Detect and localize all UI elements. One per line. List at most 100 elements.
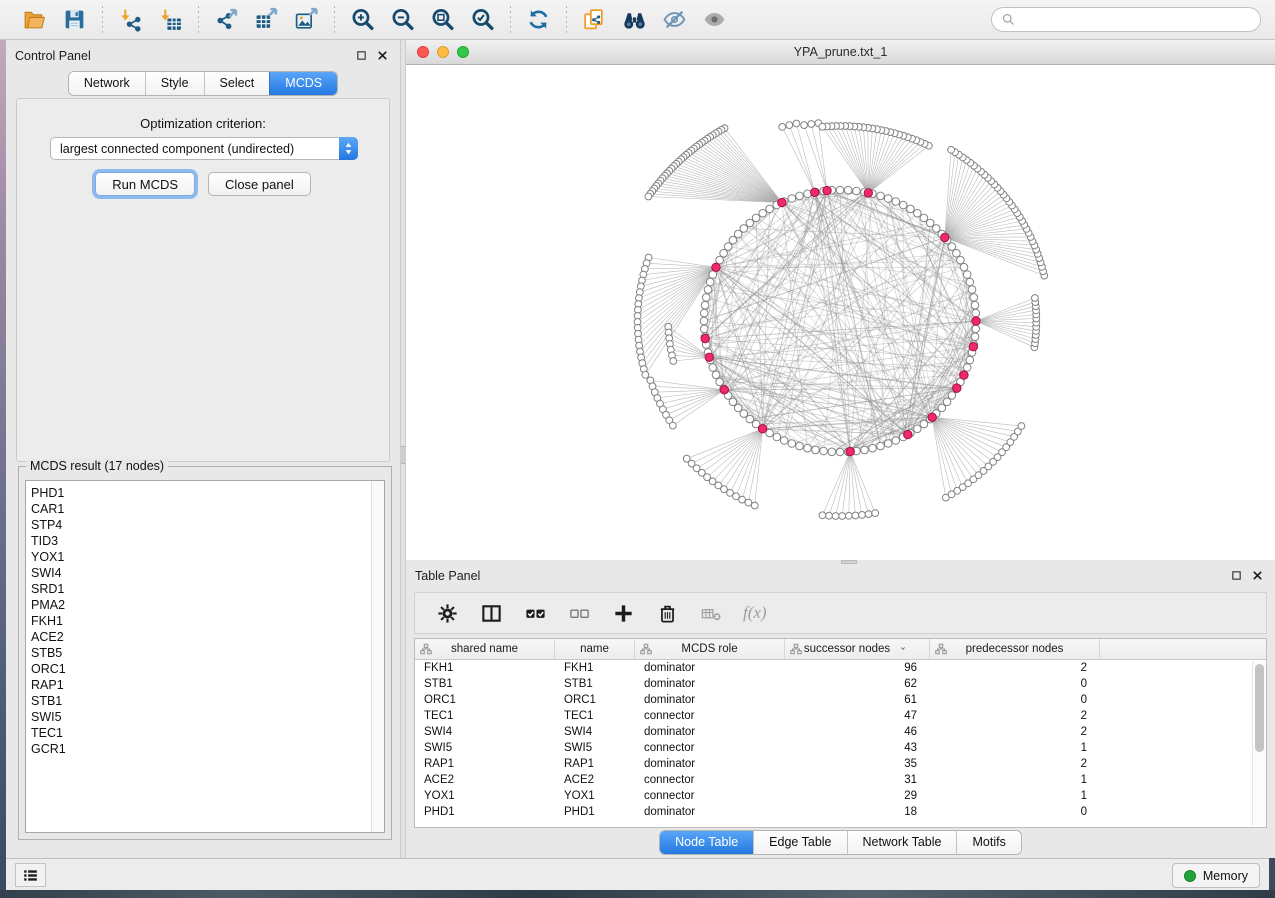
column-header-successor-nodes[interactable]: successor nodes — [785, 639, 930, 659]
table-cell: ORC1 — [555, 694, 635, 706]
table-row[interactable]: YOX1YOX1connector291 — [415, 788, 1266, 804]
table-scrollbar-thumb[interactable] — [1255, 664, 1264, 752]
close-panel-button[interactable]: Close panel — [208, 172, 311, 196]
tab-mcds[interactable]: MCDS — [269, 72, 337, 95]
mcds-result-scrollbar[interactable] — [371, 481, 384, 832]
mcds-result-item[interactable]: YOX1 — [31, 549, 371, 565]
table-row[interactable]: RAP1RAP1dominator352 — [415, 756, 1266, 772]
table-row[interactable]: TEC1TEC1connector472 — [415, 708, 1266, 724]
table-scrollbar[interactable] — [1252, 661, 1265, 826]
table-cell: PHD1 — [555, 806, 635, 818]
split-view-button[interactable] — [477, 599, 505, 627]
table-cell: 43 — [785, 742, 930, 754]
criterion-dropdown[interactable]: largest connected component (undirected) — [50, 137, 358, 160]
function-builder-button[interactable]: f(x) — [741, 603, 767, 623]
network-graph-svg[interactable] — [406, 65, 1275, 558]
select-all-icon — [524, 602, 547, 625]
table-float-panel-icon[interactable] — [1230, 569, 1243, 582]
table-row[interactable]: PHD1PHD1dominator180 — [415, 804, 1266, 820]
table-row[interactable]: ACE2ACE2connector311 — [415, 772, 1266, 788]
search-objects-button[interactable] — [614, 4, 654, 36]
mcds-result-item[interactable]: FKH1 — [31, 613, 371, 629]
export-network-button[interactable] — [206, 4, 246, 36]
delete-columns-button[interactable] — [653, 599, 681, 627]
mcds-result-item[interactable]: SRD1 — [31, 581, 371, 597]
refresh-button[interactable] — [518, 4, 558, 36]
mcds-result-item[interactable]: SWI5 — [31, 709, 371, 725]
tab-style[interactable]: Style — [145, 72, 204, 95]
sort-chevron-icon — [900, 644, 910, 654]
table-row[interactable]: ORC1ORC1dominator610 — [415, 692, 1266, 708]
splitter-grip-icon[interactable] — [401, 446, 405, 464]
window-minimize-icon[interactable] — [437, 46, 449, 58]
memory-button[interactable]: Memory — [1172, 863, 1260, 888]
copy-share-button[interactable] — [574, 4, 614, 36]
deselect-all-button[interactable] — [565, 599, 593, 627]
add-column-button[interactable] — [609, 599, 637, 627]
mcds-result-item[interactable]: RAP1 — [31, 677, 371, 693]
zoom-fit-button[interactable] — [422, 4, 462, 36]
table-tab-motifs[interactable]: Motifs — [956, 831, 1020, 854]
column-type-icon — [640, 643, 652, 655]
network-window-title: YPA_prune.txt_1 — [406, 45, 1275, 59]
tab-network[interactable]: Network — [69, 72, 145, 95]
search-box[interactable] — [991, 7, 1261, 32]
column-header-shared-name[interactable]: shared name — [415, 639, 555, 659]
desktop-background-bottom — [0, 890, 1275, 898]
table-row[interactable]: FKH1FKH1dominator962 — [415, 660, 1266, 676]
settings-button[interactable] — [433, 599, 461, 627]
show-graphics-button[interactable] — [694, 4, 734, 36]
table-close-panel-icon[interactable] — [1251, 569, 1264, 582]
mcds-result-item[interactable]: TID3 — [31, 533, 371, 549]
window-maximize-icon[interactable] — [457, 46, 469, 58]
table-tab-node-table[interactable]: Node Table — [660, 831, 753, 854]
column-header-predecessor-nodes[interactable]: predecessor nodes — [930, 639, 1100, 659]
mcds-result-item[interactable]: PHD1 — [31, 485, 371, 501]
hide-details-button[interactable] — [654, 4, 694, 36]
close-panel-icon[interactable] — [376, 49, 389, 62]
task-history-button[interactable] — [15, 863, 46, 887]
table-row[interactable]: SWI4SWI4dominator462 — [415, 724, 1266, 740]
column-header-name[interactable]: name — [555, 639, 635, 659]
export-table-button[interactable] — [246, 4, 286, 36]
table-tab-edge-table[interactable]: Edge Table — [753, 831, 846, 854]
column-header-mcds-role[interactable]: MCDS role — [635, 639, 785, 659]
table-cell: 0 — [930, 694, 1100, 706]
delete-table-button[interactable] — [697, 599, 725, 627]
mcds-result-item[interactable]: GCR1 — [31, 741, 371, 757]
mcds-result-item[interactable]: ORC1 — [31, 661, 371, 677]
select-all-button[interactable] — [521, 599, 549, 627]
memory-label: Memory — [1203, 869, 1248, 883]
table-tab-network-table[interactable]: Network Table — [847, 831, 957, 854]
import-table-button[interactable] — [150, 4, 190, 36]
run-mcds-button[interactable]: Run MCDS — [95, 172, 195, 196]
mcds-result-item[interactable]: TEC1 — [31, 725, 371, 741]
table-row[interactable]: STB1STB1dominator620 — [415, 676, 1266, 692]
float-panel-icon[interactable] — [355, 49, 368, 62]
import-network-button[interactable] — [110, 4, 150, 36]
zoom-out-icon — [390, 7, 415, 32]
table-cell: SWI5 — [555, 742, 635, 754]
window-close-icon[interactable] — [417, 46, 429, 58]
mcds-result-item[interactable]: STB5 — [31, 645, 371, 661]
mcds-result-item[interactable]: CAR1 — [31, 501, 371, 517]
network-canvas[interactable] — [406, 65, 1275, 558]
table-row[interactable]: SWI5SWI5connector431 — [415, 740, 1266, 756]
mcds-result-item[interactable]: STP4 — [31, 517, 371, 533]
network-window-titlebar[interactable]: YPA_prune.txt_1 — [406, 40, 1275, 65]
save-session-button[interactable] — [54, 4, 94, 36]
zoom-out-button[interactable] — [382, 4, 422, 36]
mcds-result-item[interactable]: PMA2 — [31, 597, 371, 613]
open-file-button[interactable] — [14, 4, 54, 36]
mcds-result-item[interactable]: STB1 — [31, 693, 371, 709]
table-cell: SWI4 — [415, 726, 555, 738]
list-icon — [21, 866, 40, 885]
export-image-button[interactable] — [286, 4, 326, 36]
mcds-result-item[interactable]: SWI4 — [31, 565, 371, 581]
zoom-in-button[interactable] — [342, 4, 382, 36]
search-input[interactable] — [1021, 13, 1251, 27]
zoom-selected-button[interactable] — [462, 4, 502, 36]
memory-status-icon — [1184, 870, 1196, 882]
mcds-result-item[interactable]: ACE2 — [31, 629, 371, 645]
tab-select[interactable]: Select — [204, 72, 270, 95]
